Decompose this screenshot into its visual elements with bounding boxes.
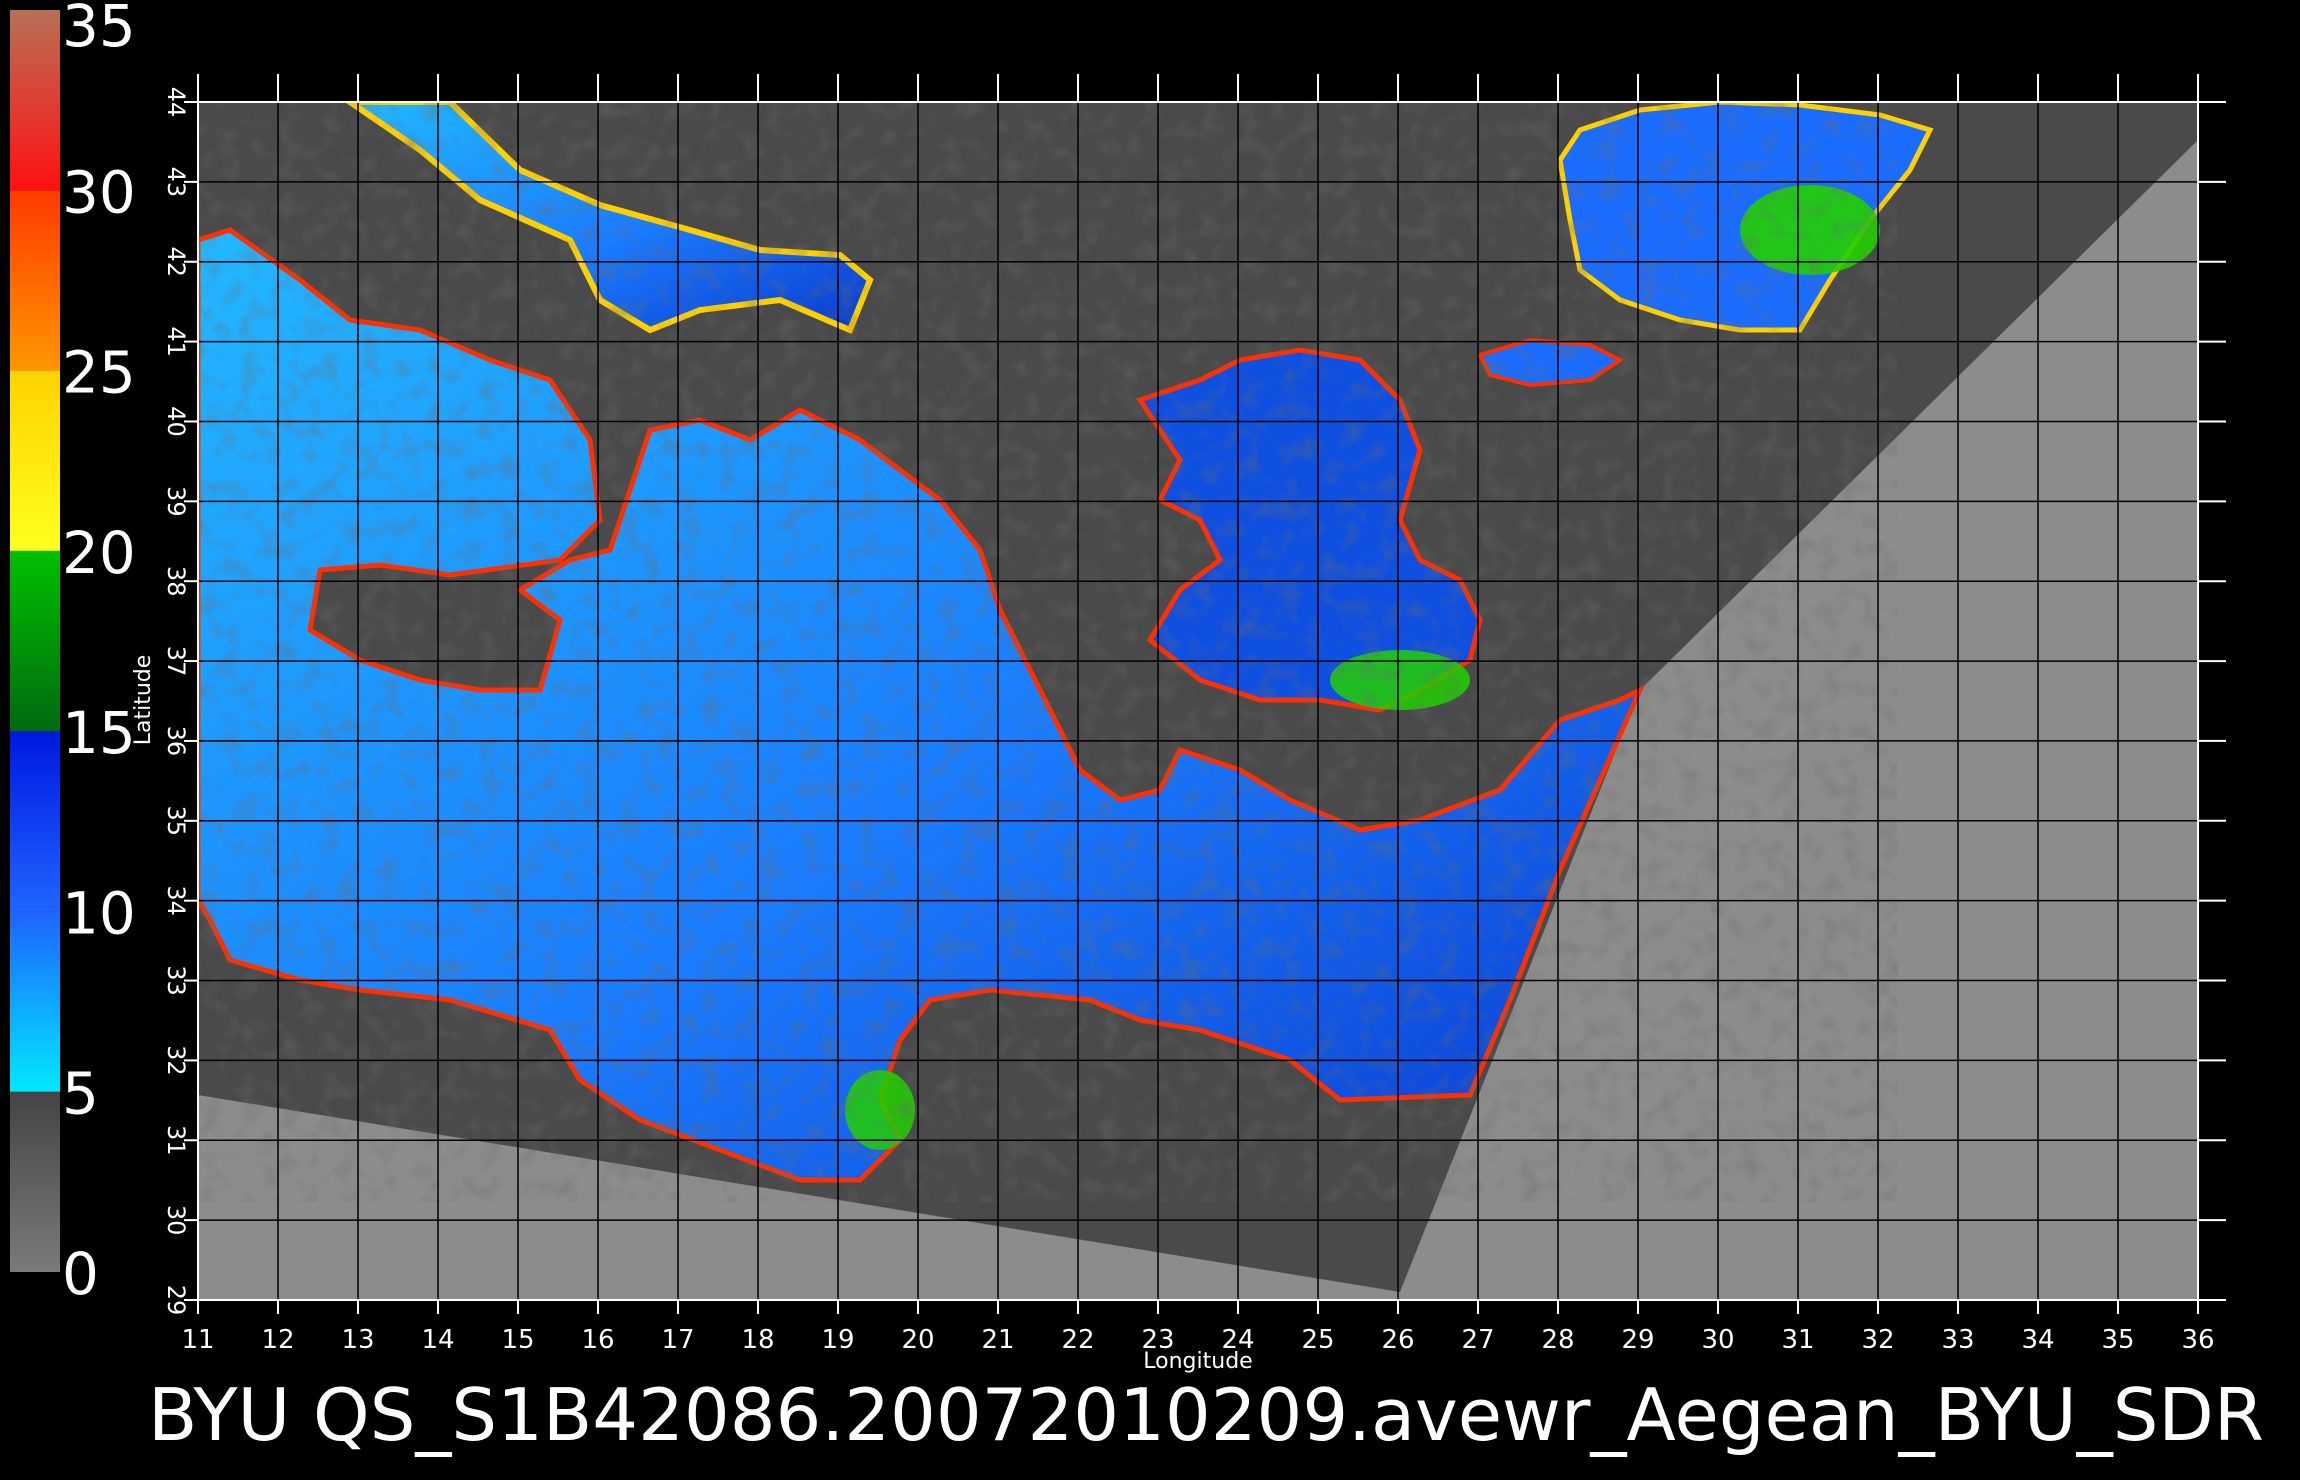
lon-tick-label: 18 xyxy=(741,1325,774,1355)
lon-tick-label: 14 xyxy=(421,1325,454,1355)
lon-tick-label: 16 xyxy=(581,1325,614,1355)
colorbar-label: 15 xyxy=(62,699,136,767)
colorbar-label: 20 xyxy=(62,519,136,587)
lon-tick-label: 33 xyxy=(1941,1325,1974,1355)
colorbar-label: 30 xyxy=(62,158,136,226)
lon-tick-label: 22 xyxy=(1061,1325,1094,1355)
colorbar-segments xyxy=(10,10,60,1272)
lon-tick-label: 20 xyxy=(901,1325,934,1355)
scatterometer-wind-map: 0 5 10 15 20 25 30 35 11 12 13 14 15 16 … xyxy=(0,0,2300,1480)
lon-tick-label: 11 xyxy=(181,1325,214,1355)
colorbar-segment xyxy=(10,731,60,912)
lon-tick-label: 25 xyxy=(1301,1325,1334,1355)
colorbar-label: 10 xyxy=(62,879,136,947)
colorbar-segment xyxy=(10,911,60,1092)
lon-tick-label: 15 xyxy=(501,1325,534,1355)
colorbar-label: 0 xyxy=(62,1240,99,1308)
lon-tick-label: 30 xyxy=(1701,1325,1734,1355)
data-speckle xyxy=(198,102,1898,1202)
colorbar: 0 5 10 15 20 25 30 35 xyxy=(10,0,136,1308)
lon-tick-label: 36 xyxy=(2181,1325,2214,1355)
lon-tick-label: 21 xyxy=(981,1325,1014,1355)
lon-tick-label: 12 xyxy=(261,1325,294,1355)
lon-tick-label: 17 xyxy=(661,1325,694,1355)
wind-map-figure: 0 5 10 15 20 25 30 35 11 12 13 14 15 16 17 18 1… xyxy=(10,0,2226,1374)
y-axis-title: Latitude xyxy=(131,655,156,746)
colorbar-label: 25 xyxy=(62,339,136,407)
colorbar-label: 5 xyxy=(62,1060,99,1128)
colorbar-segment xyxy=(10,550,60,732)
colorbar-segment xyxy=(10,10,60,191)
lon-tick-label: 34 xyxy=(2021,1325,2054,1355)
colorbar-labels: 0 5 10 15 20 25 30 35 xyxy=(62,0,136,1308)
plot-area xyxy=(198,102,2198,1300)
figure-caption: BYU QS_S1B42086.20072010209.avewr_Aegean… xyxy=(148,1373,2264,1457)
lon-tick-label: 29 xyxy=(1621,1325,1654,1355)
lon-tick-label: 26 xyxy=(1381,1325,1414,1355)
lon-tick-label: 19 xyxy=(821,1325,854,1355)
lon-tick-label: 31 xyxy=(1781,1325,1814,1355)
lon-tick-label: 32 xyxy=(1861,1325,1894,1355)
colorbar-segment xyxy=(10,1091,60,1272)
lon-tick-label: 27 xyxy=(1461,1325,1494,1355)
colorbar-label: 35 xyxy=(62,0,136,60)
colorbar-segment xyxy=(10,370,60,551)
lon-tick-label: 28 xyxy=(1541,1325,1574,1355)
lon-tick-label: 35 xyxy=(2101,1325,2134,1355)
latitude-tick-labels: 29303132333435363738394041424344 xyxy=(162,87,190,1316)
colorbar-segment xyxy=(10,190,60,371)
lon-tick-label: 13 xyxy=(341,1325,374,1355)
